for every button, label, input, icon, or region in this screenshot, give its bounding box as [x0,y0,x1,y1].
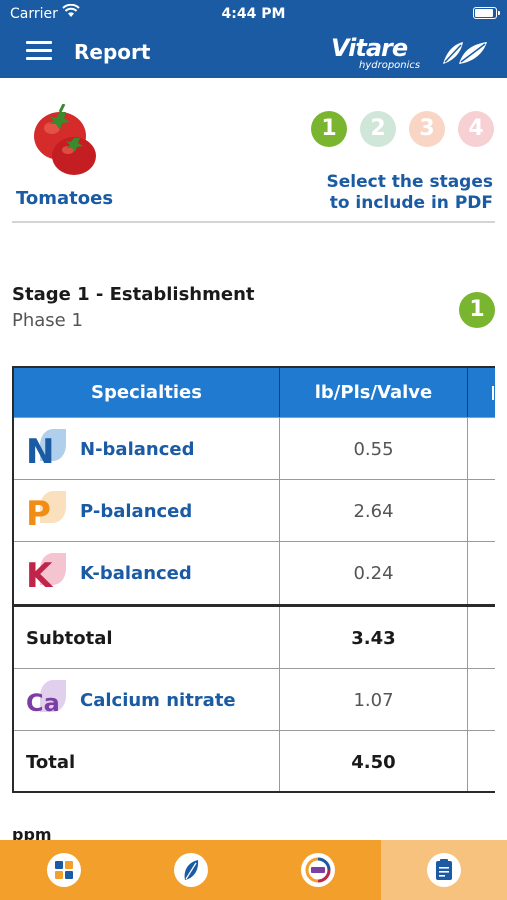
leaf-icon [173,853,208,887]
dose-value: 2.64 [353,500,394,522]
dose-value: 0.24 [353,562,394,584]
stage-subtitle: Phase 1 [12,310,83,331]
product-name: Calcium nitrate [80,689,236,711]
column-header-specialties: Specialties [91,382,202,403]
dosage-table: Specialties lb/Pls/Valve N N-balanced 0.… [12,366,495,793]
tab-dashboard[interactable] [0,840,127,900]
stage-hint-line1: Select the stages [326,172,493,192]
table-row: P P-balanced 2.64 [14,479,495,542]
stage-1-toggle[interactable]: 1 [311,111,347,147]
stage-title: Stage 1 - Establishment [12,284,255,305]
total-value: 4.50 [351,751,396,773]
column-header-dose: lb/Pls/Valve [279,368,468,417]
subtotal-label: Subtotal [26,627,113,649]
tab-ppm[interactable] [254,840,381,900]
table-row: K K-balanced 0.24 [14,541,495,604]
total-row: Total 4.50 [14,730,495,791]
column-header-clipped [468,368,495,417]
phosphorus-icon: P [26,491,66,531]
calcium-icon: Ca [26,680,66,720]
stage-hint-line2: to include in PDF [329,193,493,213]
divider [12,221,495,223]
leaves-icon [443,42,487,64]
brand-name: Vitare [331,34,408,62]
report-icon [427,853,461,887]
brand-subtitle: hydroponics [359,60,421,71]
potassium-icon: K [26,553,66,593]
tab-crops[interactable] [127,840,254,900]
product-name: P-balanced [80,500,193,522]
product-name: N-balanced [80,438,195,460]
tab-bar [0,840,507,900]
ppm-icon [300,853,335,887]
nav-bar: Report Vitare hydroponics [0,28,507,78]
total-label: Total [26,751,76,773]
stage-badge: 1 [459,292,495,328]
table-row: Ca Calcium nitrate 1.07 [14,668,495,731]
brand-logo: Vitare hydroponics [331,34,489,72]
product-name: K-balanced [80,562,192,584]
dose-value: 1.07 [353,689,394,711]
table-row: N N-balanced 0.55 [14,417,495,480]
stage-2-toggle[interactable]: 2 [360,111,396,147]
tomato-icon [30,103,100,178]
status-bar: Carrier 4:44 PM [0,0,507,28]
battery-icon [473,7,500,19]
table-header: Specialties lb/Pls/Valve [14,368,495,417]
dose-value: 0.55 [353,438,394,460]
stage-hint: Select the stages to include in PDF [233,172,493,214]
stage-4-toggle[interactable]: 4 [458,111,494,147]
crop-name: Tomatoes [16,188,114,209]
menu-icon[interactable] [26,41,52,61]
subtotal-row: Subtotal 3.43 [14,604,495,669]
dashboard-icon [46,853,81,887]
nitrogen-icon: N [26,429,66,469]
tab-report[interactable] [381,840,507,900]
clock: 4:44 PM [221,6,286,22]
stage-3-toggle[interactable]: 3 [409,111,445,147]
page-title: Report [74,40,151,64]
subtotal-value: 3.43 [351,627,396,649]
